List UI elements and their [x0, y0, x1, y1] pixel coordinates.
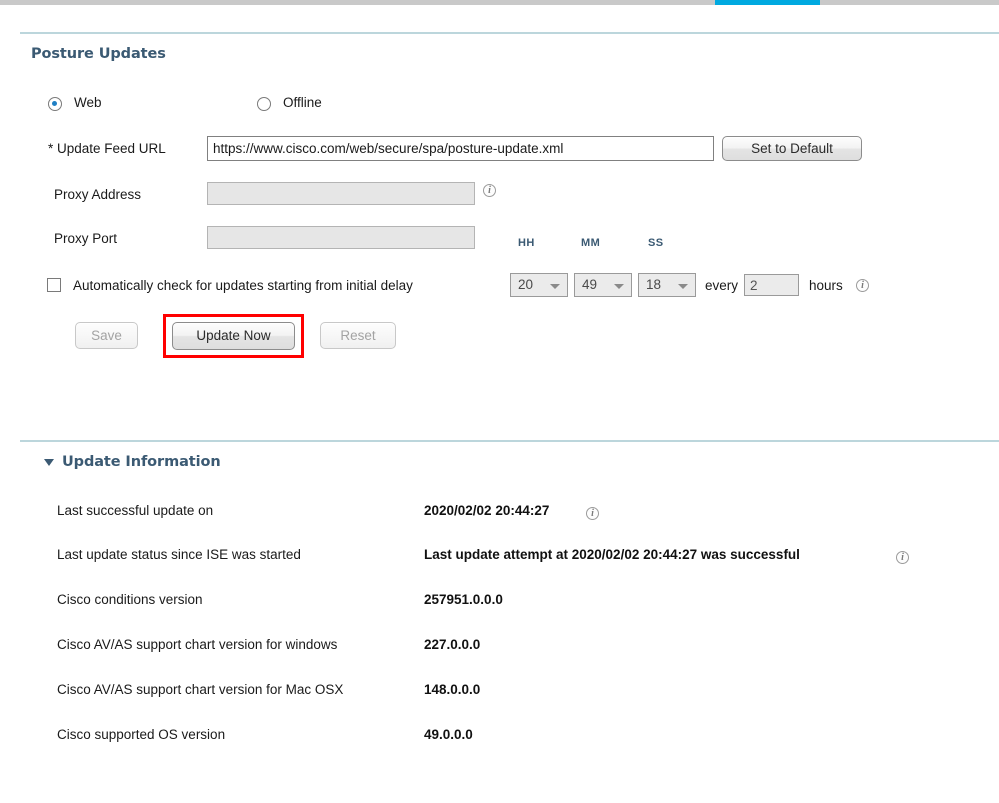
info-value: 148.0.0.0	[424, 682, 481, 697]
chevron-down-icon	[678, 284, 688, 289]
update-now-button[interactable]: Update Now	[172, 322, 295, 350]
info-value: 257951.0.0.0	[424, 592, 503, 607]
chevron-down-icon	[550, 284, 560, 289]
feed-url-input[interactable]	[207, 136, 714, 161]
initial-delay-ss-select[interactable]: 18	[638, 273, 696, 297]
initial-delay-mm-value: 49	[582, 277, 598, 292]
proxy-address-input[interactable]	[207, 182, 475, 205]
info-label: Cisco AV/AS support chart version for Ma…	[57, 682, 344, 697]
info-row-supported-os-version: Cisco supported OS version 49.0.0.0	[0, 727, 999, 749]
radio-offline-indicator[interactable]	[257, 97, 271, 111]
proxy-address-label: Proxy Address	[54, 187, 142, 202]
save-button[interactable]: Save	[75, 322, 138, 349]
initial-delay-ss-value: 18	[646, 277, 662, 292]
info-label: Cisco AV/AS support chart version for wi…	[57, 637, 338, 652]
section-divider-top	[20, 32, 999, 34]
last-successful-update-info-icon[interactable]: i	[586, 507, 599, 520]
info-row-last-successful-update: Last successful update on 2020/02/02 20:…	[0, 503, 999, 525]
proxy-address-info-icon[interactable]: i	[483, 184, 496, 197]
initial-delay-hh-value: 20	[518, 277, 534, 292]
last-update-status-info-icon[interactable]: i	[896, 551, 909, 564]
radio-web-indicator[interactable]	[48, 97, 62, 111]
auto-check-updates-checkbox[interactable]	[47, 278, 61, 292]
initial-delay-mm-select[interactable]: 49	[574, 273, 632, 297]
reset-button[interactable]: Reset	[320, 322, 396, 349]
every-hours-input[interactable]	[744, 274, 799, 296]
set-to-default-button[interactable]: Set to Default	[722, 136, 862, 161]
info-label: Cisco conditions version	[57, 592, 203, 607]
hh-column-label: HH	[518, 237, 535, 249]
info-row-avas-chart-macosx: Cisco AV/AS support chart version for Ma…	[0, 682, 999, 704]
info-value: 227.0.0.0	[424, 637, 481, 652]
radio-web-label: Web	[74, 95, 102, 110]
auto-check-info-icon[interactable]: i	[856, 279, 869, 292]
feed-url-label: * Update Feed URL	[48, 141, 166, 156]
mm-column-label: MM	[581, 237, 601, 249]
info-row-cisco-conditions-version: Cisco conditions version 257951.0.0.0	[0, 592, 999, 614]
page-title: Posture Updates	[31, 46, 166, 62]
proxy-port-input[interactable]	[207, 226, 475, 249]
section-divider-middle	[20, 440, 999, 442]
info-row-avas-chart-windows: Cisco AV/AS support chart version for wi…	[0, 637, 999, 659]
proxy-port-label: Proxy Port	[54, 231, 118, 246]
info-label: Last update status since ISE was started	[57, 547, 301, 562]
active-tab-indicator[interactable]	[715, 0, 820, 5]
radio-offline-label: Offline	[283, 95, 322, 110]
every-label: every	[705, 278, 739, 293]
ss-column-label: SS	[648, 237, 664, 249]
update-information-title: Update Information	[62, 454, 221, 470]
collapse-triangle-icon[interactable]	[44, 459, 54, 466]
hours-label: hours	[809, 278, 843, 293]
info-value: Last update attempt at 2020/02/02 20:44:…	[424, 547, 800, 562]
info-label: Cisco supported OS version	[57, 727, 226, 742]
tab-strip	[0, 0, 999, 5]
auto-check-updates-label: Automatically check for updates starting…	[73, 278, 413, 293]
chevron-down-icon	[614, 284, 624, 289]
initial-delay-hh-select[interactable]: 20	[510, 273, 568, 297]
info-value: 2020/02/02 20:44:27	[424, 503, 550, 518]
info-value: 49.0.0.0	[424, 727, 473, 742]
info-row-last-update-status: Last update status since ISE was started…	[0, 547, 999, 569]
info-label: Last successful update on	[57, 503, 214, 518]
